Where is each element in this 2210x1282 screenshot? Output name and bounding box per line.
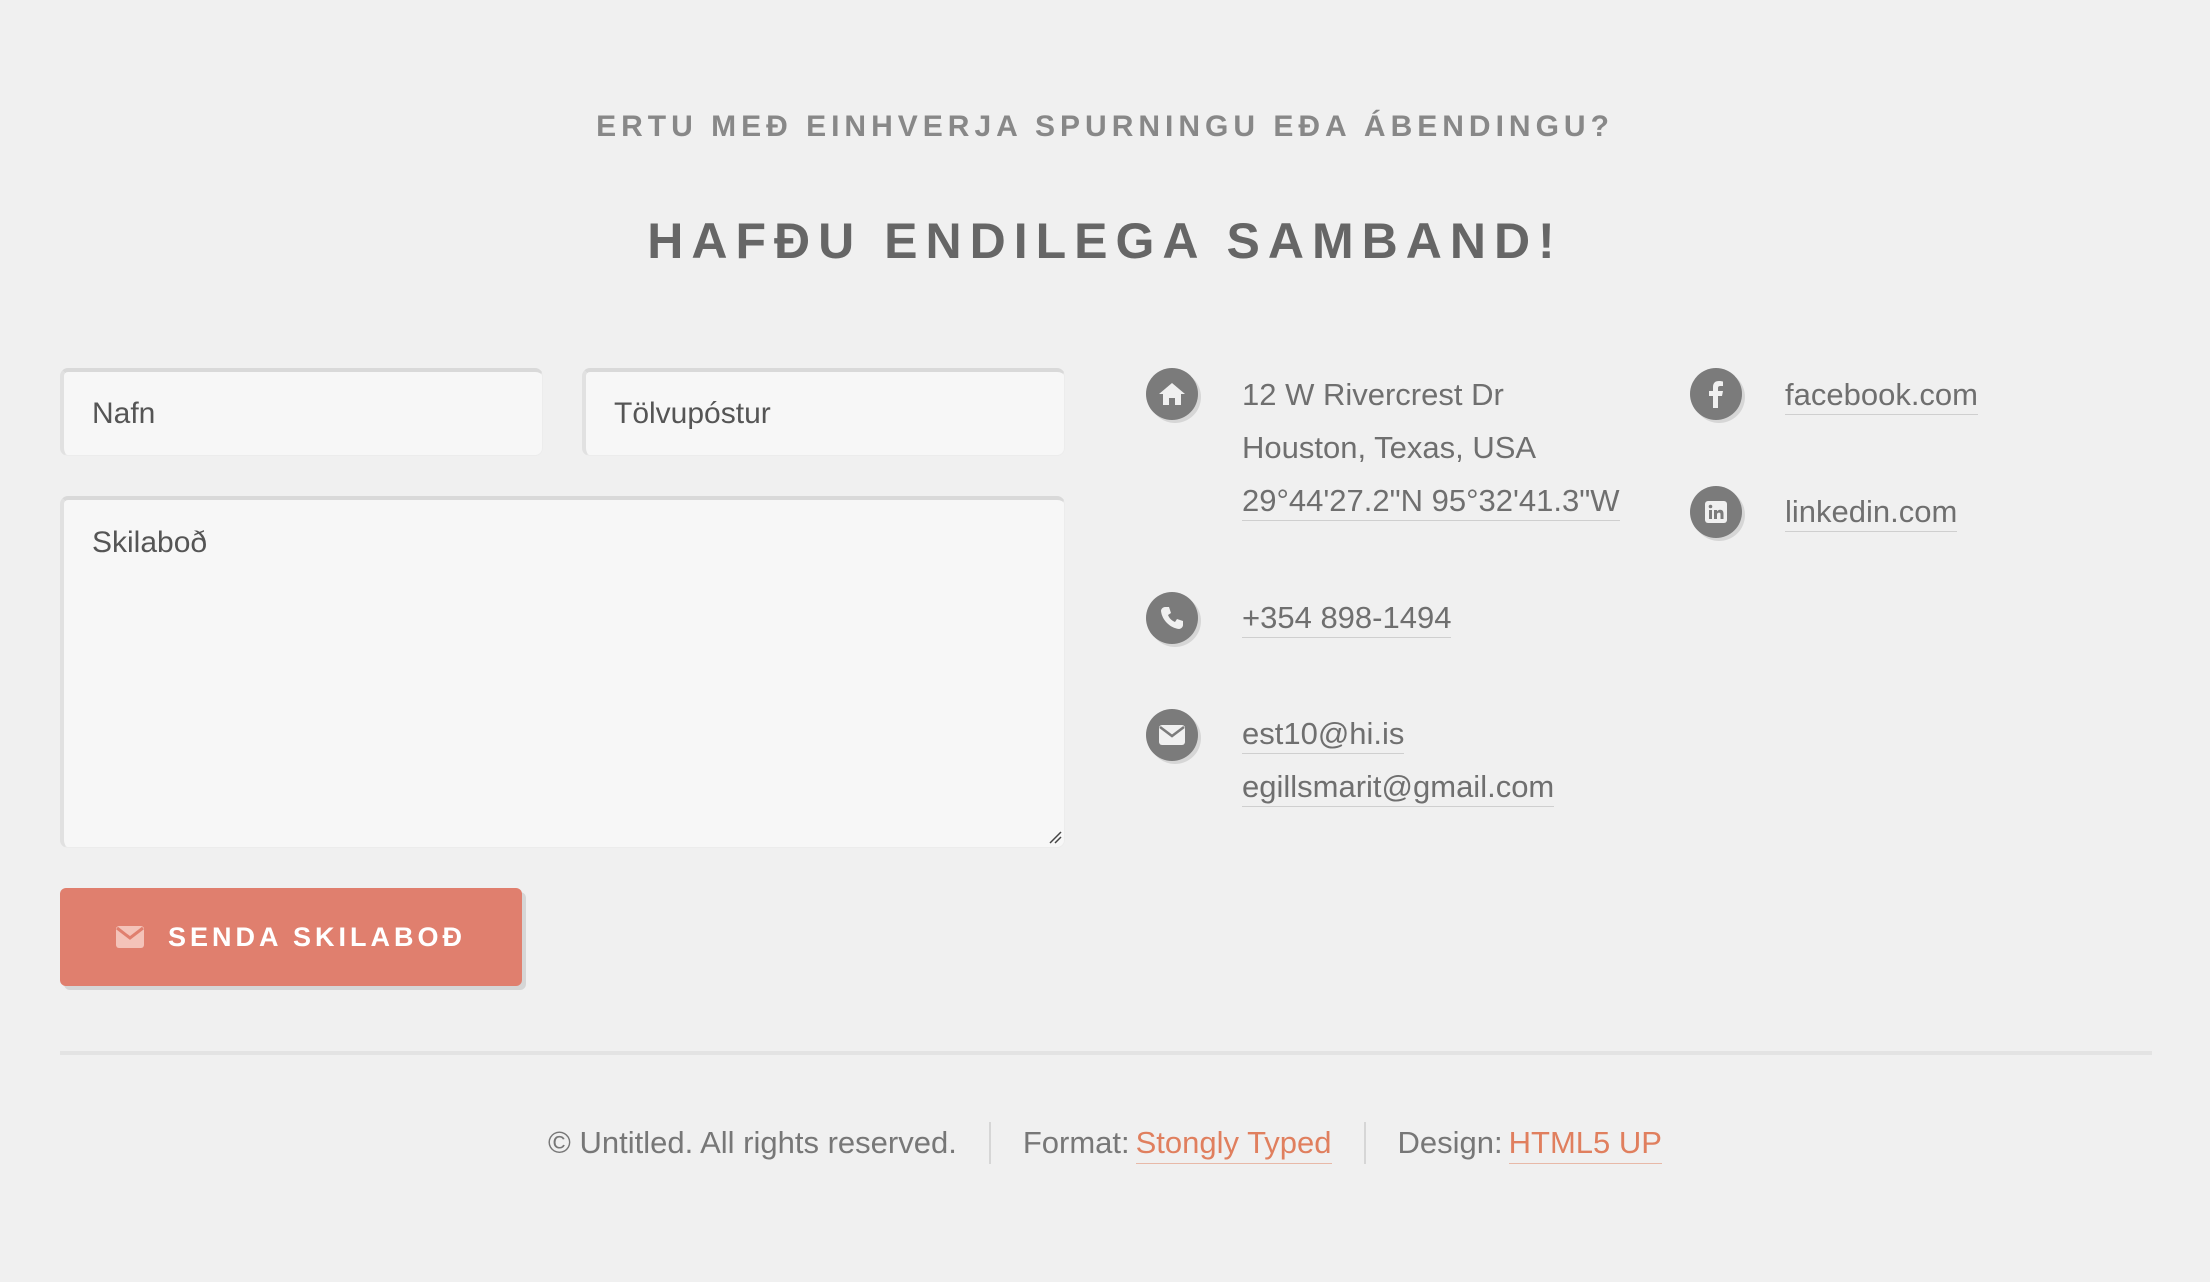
envelope-icon — [115, 926, 144, 948]
linkedin-link[interactable]: linkedin.com — [1785, 493, 1958, 532]
footer-design: Design: HTML5 UP — [1366, 1123, 1694, 1164]
facebook-link[interactable]: facebook.com — [1785, 376, 1978, 415]
design-label: Design: — [1397, 1125, 1503, 1160]
email-input[interactable] — [582, 368, 1065, 456]
resize-grip-icon[interactable] — [1048, 830, 1062, 844]
section-title: HAFÐU ENDILEGA SAMBAND! — [647, 213, 1563, 269]
format-label: Format: — [1022, 1125, 1130, 1160]
email-block: est10@hi.is egillsmarit@gmail.com — [1242, 707, 1555, 813]
format-link[interactable]: Stongly Typed — [1135, 1123, 1332, 1164]
footer: © Untitled. All rights reserved. Format:… — [0, 1122, 2210, 1164]
address-line1: 12 W Rivercrest Dr — [1242, 377, 1504, 412]
facebook-block: facebook.com — [1785, 368, 1978, 421]
address-line2: Houston, Texas, USA — [1242, 430, 1537, 465]
address-block: 12 W Rivercrest Dr Houston, Texas, USA 2… — [1242, 368, 1620, 527]
facebook-icon — [1690, 368, 1742, 420]
linkedin-icon — [1690, 486, 1742, 538]
phone-block: +354 898-1494 — [1242, 591, 1452, 644]
home-icon — [1146, 368, 1198, 420]
footer-format: Format: Stongly Typed — [991, 1123, 1364, 1164]
design-link[interactable]: HTML5 UP — [1508, 1123, 1662, 1164]
linkedin-block: linkedin.com — [1785, 485, 1958, 538]
contact-page: ERTU MEÐ EINHVERJA SPURNINGU EÐA ÁBENDIN… — [0, 0, 2210, 1282]
footer-copyright: © Untitled. All rights reserved. — [516, 1125, 989, 1161]
footer-divider — [60, 1051, 2152, 1055]
copyright-text: © Untitled. All rights reserved. — [548, 1125, 957, 1160]
phone-icon — [1146, 592, 1198, 644]
section-subtitle: ERTU MEÐ EINHVERJA SPURNINGU EÐA ÁBENDIN… — [596, 110, 1614, 143]
coordinates-link[interactable]: 29°44'27.2"N 95°32'41.3"W — [1242, 482, 1620, 521]
email-link-1[interactable]: est10@hi.is — [1242, 715, 1405, 754]
phone-link[interactable]: +354 898-1494 — [1242, 599, 1452, 638]
message-textarea[interactable] — [60, 496, 1065, 848]
name-input[interactable] — [60, 368, 543, 456]
send-message-button[interactable]: SENDA SKILABOÐ — [60, 888, 522, 986]
email-link-2[interactable]: egillsmarit@gmail.com — [1242, 768, 1555, 807]
send-button-label: SENDA SKILABOÐ — [167, 921, 466, 952]
envelope-icon — [1146, 709, 1198, 761]
